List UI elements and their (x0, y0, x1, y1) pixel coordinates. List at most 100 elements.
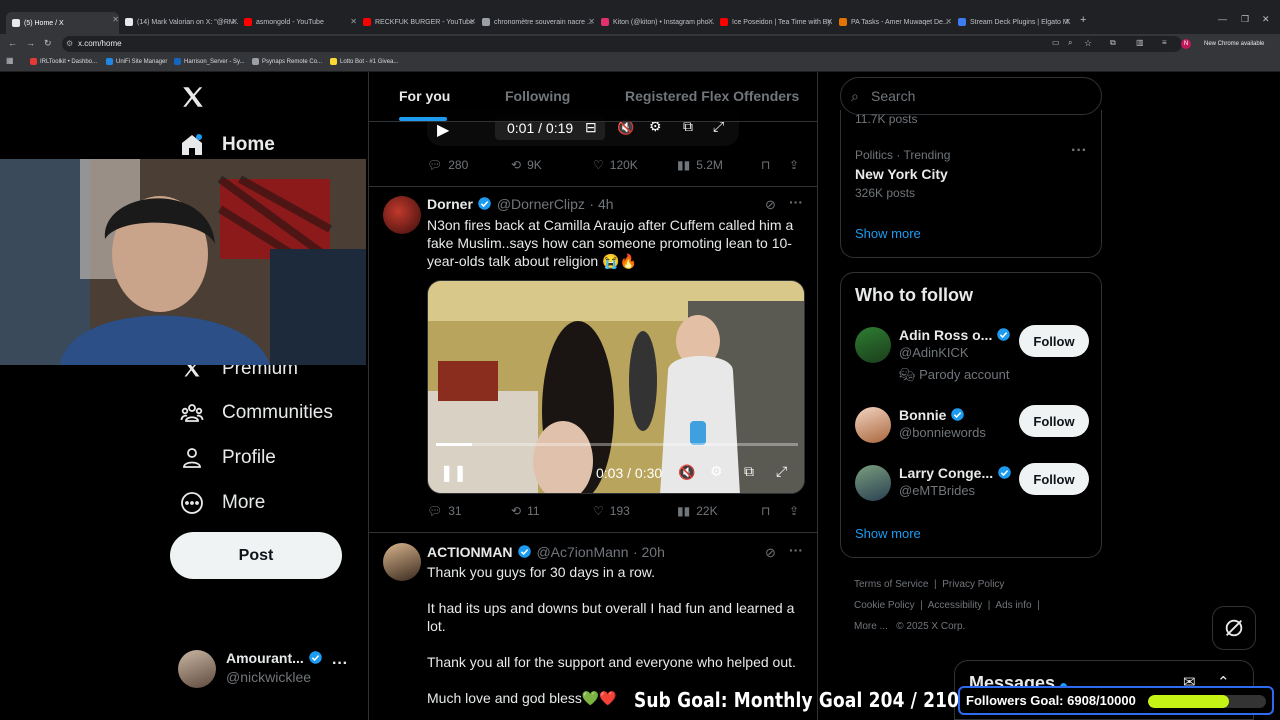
pause-icon[interactable]: ❚❚ (440, 463, 467, 483)
tab-for-you[interactable]: For you (399, 88, 450, 104)
suggested-user[interactable]: Adin Ross o... @AdinKICK 🎭︎ Parody accou… (855, 325, 1089, 385)
views-button[interactable]: ▮▮ 5.2M (677, 158, 723, 172)
trend-menu-icon[interactable]: ··· (1071, 142, 1087, 160)
browser-tab[interactable]: RECKFUK BURGER - YouTube ✕ (363, 14, 476, 30)
tab-close-icon[interactable]: ✕ (112, 15, 119, 24)
browser-tab[interactable]: Kiton (@kiton) • Instagram pho... ✕ (601, 14, 714, 30)
bookmark-icon[interactable]: ⊓ (761, 504, 770, 518)
close-window-icon[interactable]: ✕ (1262, 14, 1270, 25)
maximize-icon[interactable]: ❐ (1241, 14, 1249, 25)
tweet-video[interactable]: ❚❚ 0:03 / 0:30 🔇 ⚙ ⧉ ⤢ (427, 280, 805, 494)
new-chrome-badge[interactable]: New Chrome available (1200, 37, 1269, 51)
nav-home[interactable]: Home (180, 133, 275, 157)
tweet-menu-icon[interactable]: ··· (789, 194, 803, 210)
account-switcher[interactable]: Amourant... @nickwicklee ··· (178, 647, 358, 691)
extensions-icon[interactable]: ⧉ (1110, 38, 1116, 48)
post-button[interactable]: Post (170, 532, 342, 579)
profile-avatar[interactable]: N (1181, 39, 1191, 49)
tab-close-icon[interactable]: ✕ (588, 17, 595, 26)
tab-close-icon[interactable]: ✕ (707, 17, 714, 26)
minimize-icon[interactable]: — (1218, 14, 1227, 24)
account-menu-icon[interactable]: ··· (332, 655, 348, 673)
zoom-icon[interactable]: ⌕ (1068, 38, 1072, 48)
grok-icon[interactable]: ⊘ (765, 545, 776, 561)
browser-tab[interactable]: Ice Poseidon | Tea Time with By... ✕ (720, 14, 833, 30)
browser-tab[interactable]: chronomètre souverain nacre ... ✕ (482, 14, 595, 30)
like-button[interactable]: ♡ 120K (593, 158, 638, 172)
grok-button[interactable] (1212, 606, 1256, 650)
browser-tab[interactable]: Stream Deck Plugins | Elgato M... ✕ (958, 14, 1071, 30)
tab-close-icon[interactable]: ✕ (231, 17, 238, 26)
share-icon[interactable]: ⇪ (789, 504, 799, 518)
tweet-avatar[interactable] (383, 543, 421, 581)
cast-icon[interactable]: ▭ (1052, 38, 1060, 47)
mute-icon[interactable]: 🔇 (678, 464, 695, 481)
bookmark-item[interactable]: Psynaps Remote Co... (252, 58, 322, 65)
suggested-user[interactable]: Bonnie @bonniewords Follow (855, 405, 1089, 455)
bookmark-item[interactable]: IRLToolkit • Dashbo... (30, 58, 97, 65)
video-progress-track[interactable] (436, 443, 798, 446)
tweet-time[interactable]: · 20h (633, 544, 665, 560)
share-icon[interactable]: ⇪ (789, 158, 799, 172)
settings-icon[interactable]: ⚙ (710, 463, 723, 480)
url-input[interactable]: ⚙ x.com/home (62, 36, 1182, 52)
repost-button[interactable]: ⟲ 9K (511, 158, 542, 172)
tab-following[interactable]: Following (505, 88, 570, 104)
like-button[interactable]: ♡ 193 (593, 504, 630, 518)
footer-link[interactable]: Cookie Policy (854, 600, 915, 611)
tweet-time[interactable]: · 4h (589, 196, 613, 212)
bookmark-icon[interactable]: ⊓ (761, 158, 770, 172)
follow-button[interactable]: Follow (1019, 463, 1089, 495)
bookmark-item[interactable]: Harrison_Server - Sy... (174, 58, 245, 65)
browser-tab[interactable]: (14) Mark Valorian on X: "@RM... ✕ (125, 14, 238, 30)
nav-communities[interactable]: Communities (180, 401, 333, 425)
back-icon[interactable]: ← (8, 38, 17, 48)
browser-tab[interactable]: (5) Home / X ✕ (6, 12, 119, 34)
nav-more[interactable]: More (180, 491, 265, 515)
sidepanel-icon[interactable]: ▥ (1136, 38, 1144, 47)
footer-link[interactable]: Ads info (995, 600, 1031, 611)
tweet-avatar[interactable] (383, 196, 421, 234)
trend-item[interactable]: Politics · Trending New York City 326K p… (841, 140, 1101, 200)
trends-show-more[interactable]: Show more (855, 226, 921, 241)
reload-icon[interactable]: ↻ (44, 38, 52, 49)
grok-icon[interactable]: ⊘ (765, 197, 776, 213)
repost-button[interactable]: ⟲ 11 (511, 504, 540, 518)
who-show-more[interactable]: Show more (855, 526, 921, 541)
bookmark-item[interactable]: Lotto Bot - #1 Givea... (330, 58, 398, 65)
reply-button[interactable]: 💬︎ 280 (427, 158, 468, 172)
tab-close-icon[interactable]: ✕ (350, 17, 357, 26)
x-logo-icon[interactable] (180, 84, 206, 115)
browser-tab[interactable]: PA Tasks - Amer Muwaqet De... ✕ (839, 14, 952, 30)
footer-link[interactable]: More ... (854, 621, 888, 632)
follow-button[interactable]: Follow (1019, 405, 1089, 437)
media-icon[interactable]: ≡ (1162, 38, 1167, 47)
apps-icon[interactable]: ▦ (6, 56, 14, 65)
tweet-handle[interactable]: @Ac7ionMann (536, 544, 628, 560)
tweet-author-name[interactable]: Dorner (427, 196, 473, 212)
footer-link[interactable]: Accessibility (928, 600, 982, 611)
new-tab-button[interactable]: + (1080, 14, 1086, 26)
footer-link[interactable]: Terms of Service (854, 579, 928, 590)
forward-icon[interactable]: → (26, 38, 35, 48)
browser-tab[interactable]: asmongold - YouTube ✕ (244, 14, 357, 30)
tab-close-icon[interactable]: ✕ (945, 17, 952, 26)
tab-registered-flex-offenders[interactable]: Registered Flex Offenders (625, 88, 799, 104)
tab-close-icon[interactable]: ✕ (1064, 17, 1071, 26)
bookmark-item[interactable]: UniFi Site Manager (106, 58, 167, 65)
fullscreen-icon[interactable]: ⤢ (776, 463, 787, 480)
play-icon[interactable]: ▶ (437, 120, 449, 140)
tweet-author-name[interactable]: ACTIONMAN (427, 544, 513, 560)
tweet-handle[interactable]: @DornerClipz (497, 196, 585, 212)
tab-close-icon[interactable]: ✕ (469, 17, 476, 26)
nav-profile[interactable]: Profile (180, 446, 276, 470)
views-button[interactable]: ▮▮ 22K (677, 504, 718, 518)
follow-button[interactable]: Follow (1019, 325, 1089, 357)
bookmark-star-icon[interactable]: ☆ (1084, 38, 1092, 49)
site-info-icon[interactable]: ⚙ (66, 36, 73, 52)
tab-close-icon[interactable]: ✕ (826, 17, 833, 26)
footer-link[interactable]: Privacy Policy (942, 579, 1004, 590)
tweet-menu-icon[interactable]: ··· (789, 542, 803, 558)
reply-button[interactable]: 💬︎ 31 (427, 504, 462, 518)
pip-icon[interactable]: ⧉ (744, 463, 754, 480)
